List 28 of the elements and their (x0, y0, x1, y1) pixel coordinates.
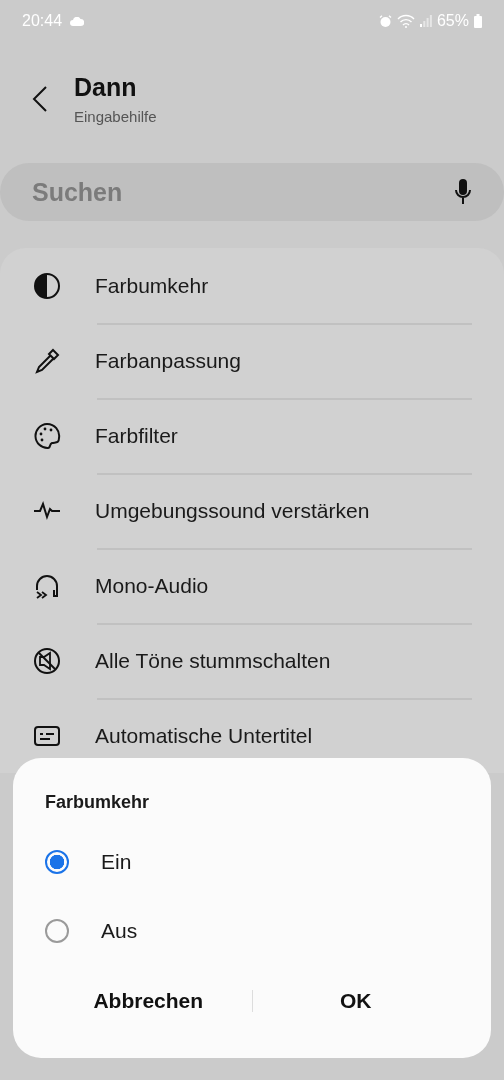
palette-icon (33, 421, 61, 450)
contrast-icon (33, 271, 61, 300)
settings-item[interactable]: Farbumkehr (0, 248, 504, 323)
settings-item[interactable]: Farbfilter (0, 398, 504, 473)
dialog-title: Farbumkehr (45, 792, 151, 813)
page-title: Dann (74, 73, 138, 102)
wifi-icon (396, 14, 415, 28)
settings-item[interactable]: Umgebungssound verstärken (0, 473, 504, 548)
settings-item[interactable]: Farbanpassung (0, 323, 504, 398)
radio-button[interactable] (45, 918, 69, 943)
radio-option[interactable]: Ein (45, 827, 459, 896)
microphone-icon[interactable] (454, 179, 472, 205)
settings-item[interactable]: Alle Töne stummschalten (0, 623, 504, 698)
settings-item[interactable]: Automatische Untertitel (0, 698, 504, 773)
alarm-icon (378, 14, 392, 28)
radio-option[interactable]: Aus (45, 896, 459, 965)
search-field[interactable]: Suchen (0, 163, 504, 221)
radio-button[interactable] (45, 849, 69, 874)
signal-icon (419, 15, 432, 27)
settings-item[interactable]: Mono-Audio (0, 548, 504, 623)
dialog-button[interactable]: OK (252, 975, 459, 1027)
battery-icon (474, 14, 482, 28)
dialog-button[interactable]: Abbrechen (45, 975, 252, 1027)
back-icon[interactable] (32, 86, 48, 112)
cloud-icon (70, 16, 85, 26)
dropper-icon (33, 346, 61, 375)
mute-icon (33, 646, 61, 675)
page-subtitle: Eingabehilfe (74, 108, 157, 125)
